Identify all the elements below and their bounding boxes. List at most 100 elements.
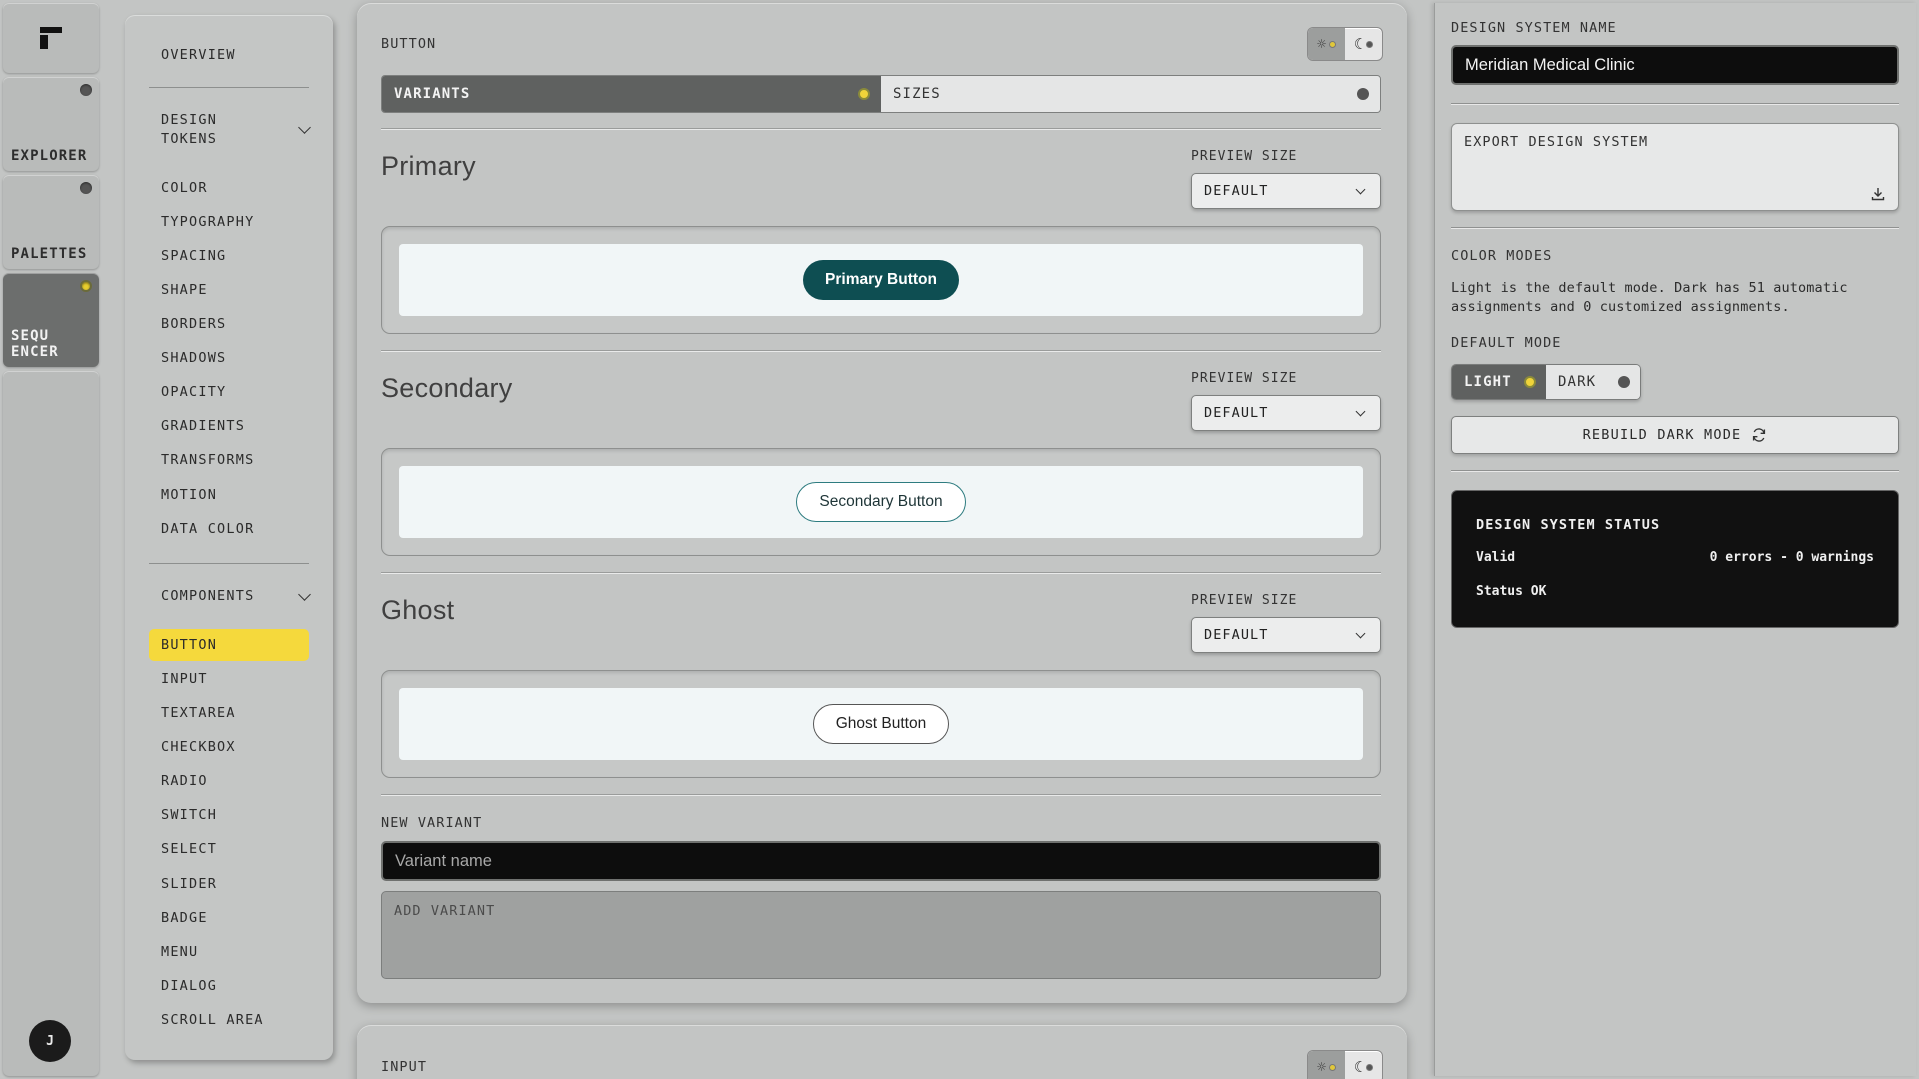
nav-item-menu[interactable]: MENU (149, 936, 309, 968)
button-section-card: BUTTON ☼ ☾ VARIANTS SIZES Primary PREVIE… (357, 3, 1407, 1003)
rail-item-palettes[interactable]: PALETTES (3, 175, 99, 269)
preview-size-select[interactable]: DEFAULT (1191, 395, 1381, 431)
theme-toggle[interactable]: ☼ ☾ (1307, 1050, 1383, 1079)
status-dot-icon (1357, 88, 1369, 100)
tab-label: VARIANTS (394, 86, 471, 102)
color-modes-label: COLOR MODES (1451, 248, 1553, 264)
logo-icon (40, 27, 62, 49)
nav-item-spacing[interactable]: SPACING (149, 240, 309, 272)
nav-divider (149, 563, 309, 564)
color-modes-description: Light is the default mode. Dark has 51 a… (1451, 280, 1848, 315)
ghost-button-preview[interactable]: Ghost Button (812, 704, 950, 744)
dark-theme-option[interactable]: ☾ (1345, 28, 1382, 60)
nav-group-label: COMPONENTS (161, 588, 255, 604)
status-dot-icon (1366, 1063, 1374, 1071)
nav-item-slider[interactable]: SLIDER (149, 868, 309, 900)
nav-item-badge[interactable]: BADGE (149, 902, 309, 934)
design-system-name-input[interactable] (1451, 45, 1899, 85)
rail-item-sequencer[interactable]: SEQU ENCER (3, 273, 99, 367)
properties-panel: DESIGN SYSTEM NAME EXPORT DESIGN SYSTEM … (1434, 3, 1916, 1076)
nav-item-input[interactable]: INPUT (149, 663, 309, 695)
nav-item-gradients[interactable]: GRADIENTS (149, 410, 309, 442)
panel-divider (1451, 103, 1899, 104)
nav-item-borders[interactable]: BORDERS (149, 308, 309, 340)
sun-icon: ☼ (1316, 1058, 1327, 1076)
nav-item-opacity[interactable]: OPACITY (149, 376, 309, 408)
light-theme-option[interactable]: ☼ (1308, 1051, 1345, 1079)
download-icon (1871, 188, 1885, 201)
nav-item-color[interactable]: COLOR (149, 172, 309, 204)
nav-item-shadows[interactable]: SHADOWS (149, 342, 309, 374)
preview-size-label: PREVIEW SIZE (1191, 149, 1298, 164)
nav-item-checkbox[interactable]: CHECKBOX (149, 731, 309, 763)
light-theme-option[interactable]: ☼ (1308, 28, 1345, 60)
mode-option-dark[interactable]: DARK (1546, 365, 1640, 399)
status-dot-icon (1618, 376, 1630, 388)
section-title: INPUT (381, 1059, 428, 1075)
nav-item-typography[interactable]: TYPOGRAPHY (149, 206, 309, 238)
preview-size-label: PREVIEW SIZE (1191, 371, 1298, 386)
avatar[interactable]: J (29, 1020, 71, 1062)
nav-item-scroll-area[interactable]: SCROLL AREA (149, 1004, 309, 1036)
status-dot-icon (80, 280, 92, 292)
default-mode-switch: LIGHT DARK (1451, 364, 1641, 400)
moon-icon: ☾ (1353, 35, 1364, 53)
nav-item-motion[interactable]: MOTION (149, 479, 309, 511)
chevron-down-icon (298, 121, 311, 134)
preview-stage: Primary Button (381, 226, 1381, 334)
theme-toggle[interactable]: ☼ ☾ (1307, 27, 1383, 61)
preview-size-select[interactable]: DEFAULT (1191, 617, 1381, 653)
nav-item-select[interactable]: SELECT (149, 833, 309, 865)
nav-item-data-color[interactable]: DATA COLOR (149, 513, 309, 545)
app-logo[interactable] (3, 3, 99, 73)
secondary-button-preview[interactable]: Secondary Button (796, 482, 966, 522)
status-valid-label: Valid (1476, 550, 1516, 565)
preview-canvas: Ghost Button (399, 688, 1363, 760)
nav-item-shape[interactable]: SHAPE (149, 274, 309, 306)
section-divider (381, 128, 1381, 130)
tab-variants[interactable]: VARIANTS (382, 76, 881, 112)
status-dot-icon (858, 88, 870, 100)
status-dot-icon (1329, 40, 1337, 48)
nav-item-radio[interactable]: RADIO (149, 765, 309, 797)
sun-icon: ☼ (1316, 35, 1327, 53)
dark-theme-option[interactable]: ☾ (1345, 1051, 1382, 1079)
nav-item-overview[interactable]: OVERVIEW (149, 39, 309, 71)
variant-name-input[interactable] (381, 841, 1381, 881)
nav-group-design-tokens[interactable]: DESIGN TOKENS (161, 111, 311, 149)
rail-filler: J (3, 371, 99, 1076)
nav-group-components[interactable]: COMPONENTS (161, 587, 311, 606)
rail-item-explorer[interactable]: EXPLORER (3, 77, 99, 171)
export-label: EXPORT DESIGN SYSTEM (1464, 134, 1649, 150)
primary-button-preview[interactable]: Primary Button (803, 260, 959, 300)
preview-size-select[interactable]: DEFAULT (1191, 173, 1381, 209)
variant-title: Secondary (381, 373, 513, 403)
nav-item-button[interactable]: BUTTON (149, 629, 309, 661)
chevron-down-icon (1355, 184, 1366, 195)
nav-item-switch[interactable]: SWITCH (149, 799, 309, 831)
default-mode-label: DEFAULT MODE (1451, 335, 1562, 351)
section-divider (381, 794, 1381, 796)
status-dot-icon (80, 182, 92, 194)
status-dot-icon (80, 84, 92, 96)
export-design-system-button[interactable]: EXPORT DESIGN SYSTEM (1451, 123, 1899, 211)
moon-icon: ☾ (1353, 1058, 1364, 1076)
status-valid-value: 0 errors - 0 warnings (1709, 550, 1874, 565)
nav-item-textarea[interactable]: TEXTAREA (149, 697, 309, 729)
section-divider (381, 572, 1381, 574)
design-system-name-label: DESIGN SYSTEM NAME (1451, 20, 1617, 36)
new-variant-label: NEW VARIANT (381, 815, 483, 831)
preview-stage: Secondary Button (381, 448, 1381, 556)
nav-item-transforms[interactable]: TRANSFORMS (149, 444, 309, 476)
panel-divider (1451, 470, 1899, 471)
rail-item-label: SEQU ENCER (11, 328, 59, 360)
tab-sizes[interactable]: SIZES (881, 76, 1380, 112)
nav-item-dialog[interactable]: DIALOG (149, 970, 309, 1002)
nav-group-label: DESIGN (161, 112, 218, 128)
rebuild-dark-mode-button[interactable]: REBUILD DARK MODE (1451, 416, 1899, 454)
design-system-status-card: DESIGN SYSTEM STATUS Valid 0 errors - 0 … (1451, 490, 1899, 628)
add-variant-button[interactable]: ADD VARIANT (381, 891, 1381, 979)
mode-label: LIGHT (1464, 374, 1512, 390)
refresh-icon (1753, 428, 1766, 442)
mode-option-light[interactable]: LIGHT (1452, 365, 1546, 399)
